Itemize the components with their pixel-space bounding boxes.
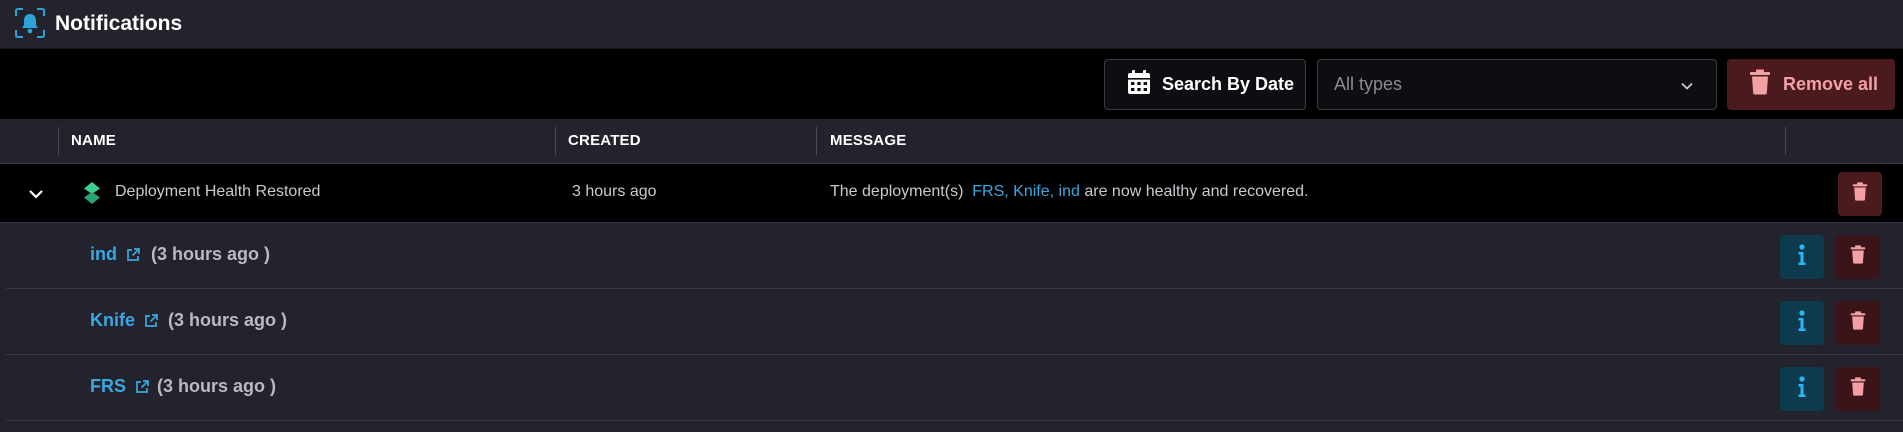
message-suffix: are now healthy and recovered. (1084, 183, 1309, 200)
list-item: Knife (3 hours ago ) (6, 289, 1903, 355)
delete-button[interactable] (1836, 301, 1880, 345)
calendar-icon (1127, 69, 1162, 100)
deployment-time: (3 hours ago ) (157, 376, 277, 396)
external-link-icon (136, 379, 149, 393)
info-button[interactable] (1780, 367, 1824, 411)
types-select-value: All types (1334, 74, 1403, 94)
column-header-message[interactable]: MESSAGE (830, 119, 906, 164)
trash-icon (1749, 69, 1783, 100)
deployment-link[interactable]: ind (90, 244, 141, 265)
list-item: FRS (3 hours ago ) (6, 355, 1903, 421)
table-header: NAME CREATED MESSAGE (0, 119, 1903, 164)
info-icon (1797, 243, 1807, 271)
delete-button[interactable] (1836, 235, 1880, 279)
trash-icon (1850, 245, 1866, 269)
external-link-icon (145, 313, 158, 327)
search-by-date-button[interactable]: Search By Date (1104, 59, 1306, 110)
column-separator (58, 127, 59, 155)
deployment-time: (3 hours ago ) (151, 244, 271, 264)
page-title: Notifications (55, 12, 183, 35)
deployment-name[interactable]: ind (90, 244, 117, 265)
deployment-time: (3 hours ago ) (168, 310, 288, 330)
notification-name: Deployment Health Restored (115, 183, 321, 200)
notifications-page: Notifications Search By Date All types R… (0, 0, 1903, 432)
trash-icon (1850, 377, 1866, 401)
info-button[interactable] (1780, 235, 1824, 279)
info-button[interactable] (1780, 301, 1824, 345)
column-separator (816, 127, 817, 155)
remove-all-label: Remove all (1783, 74, 1879, 94)
external-link-icon (127, 247, 140, 261)
trash-icon (1852, 182, 1868, 206)
notification-created: 3 hours ago (572, 183, 657, 200)
delete-button[interactable] (1836, 367, 1880, 411)
types-select[interactable]: All types (1317, 59, 1717, 110)
chevron-down-icon (1680, 77, 1694, 98)
search-by-date-label: Search By Date (1162, 74, 1295, 94)
remove-all-button[interactable]: Remove all (1727, 59, 1895, 110)
column-header-created[interactable]: CREATED (568, 119, 641, 164)
deployment-name[interactable]: FRS (90, 376, 126, 397)
page-header: Notifications (0, 0, 1903, 49)
message-deployment-links[interactable]: FRS, Knife, ind (972, 183, 1080, 200)
bell-icon (14, 7, 46, 39)
toolbar: Search By Date All types Remove all (0, 49, 1903, 119)
column-separator (555, 127, 556, 155)
message-prefix: The deployment(s) (830, 183, 964, 200)
column-header-name[interactable]: NAME (71, 119, 116, 164)
deployment-health-icon (82, 181, 102, 210)
info-icon (1797, 375, 1807, 403)
chevron-down-icon[interactable] (26, 184, 46, 209)
table-row[interactable]: Deployment Health Restored 3 hours ago T… (0, 164, 1903, 223)
deployment-link[interactable]: FRS (90, 376, 150, 397)
column-separator (1785, 127, 1786, 155)
notification-message: The deployment(s) FRS, Knife, ind are no… (830, 183, 1308, 201)
delete-notification-button[interactable] (1838, 172, 1882, 216)
deployment-name[interactable]: Knife (90, 310, 135, 331)
deployment-link[interactable]: Knife (90, 310, 159, 331)
trash-icon (1850, 311, 1866, 335)
list-item: ind (3 hours ago ) (6, 223, 1903, 289)
info-icon (1797, 309, 1807, 337)
